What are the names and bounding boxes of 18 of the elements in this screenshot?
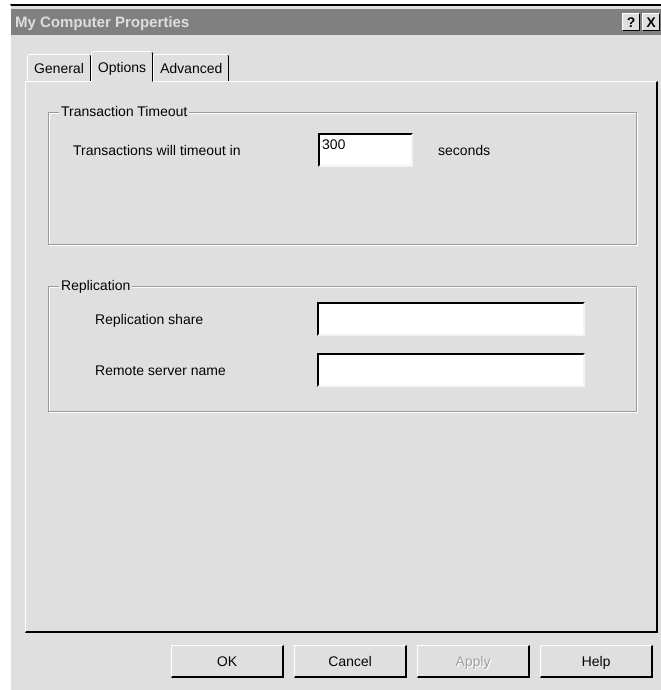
help-button[interactable]: ? [622, 13, 640, 31]
field-label: Transactions will timeout in [73, 142, 242, 158]
tab[interactable]: Advanced [153, 54, 230, 81]
input-field[interactable] [317, 353, 585, 387]
group-title: Replication [59, 277, 132, 293]
tab[interactable]: General [27, 54, 91, 81]
input-field[interactable] [317, 302, 585, 336]
unit-label: seconds [438, 142, 490, 158]
close-button[interactable]: X [642, 13, 660, 31]
field-label: Remote server name [95, 362, 227, 378]
dialog-button[interactable]: Help [540, 645, 653, 678]
group-title: Transaction Timeout [59, 103, 190, 119]
field-label: Replication share [95, 311, 204, 327]
dialog-button[interactable]: Cancel [294, 645, 407, 678]
window-title: My Computer Properties [15, 14, 190, 30]
input-field[interactable]: 300 [318, 133, 413, 167]
dialog-button[interactable]: OK [171, 645, 284, 678]
tab[interactable]: Options [90, 51, 154, 82]
